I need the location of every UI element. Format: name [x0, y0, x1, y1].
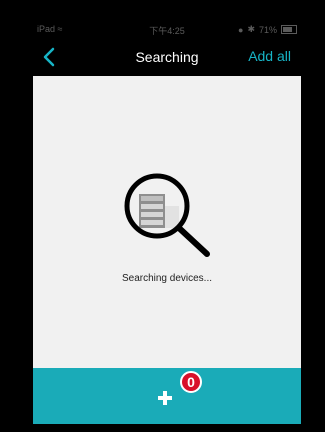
battery-icon — [281, 25, 297, 34]
add-devices-button[interactable]: 0 — [33, 368, 301, 424]
navigation-bar: Searching Add all — [33, 38, 301, 76]
device-screen: iPad ≈ 下午4:25 ● ✱ 71% Searching Add all — [33, 20, 301, 424]
lock-rotation-icon: ● — [238, 24, 244, 35]
status-right-group: ● ✱ 71% — [238, 24, 297, 35]
plus-icon — [158, 391, 172, 405]
bluetooth-icon: ✱ — [247, 24, 255, 34]
status-bar: iPad ≈ 下午4:25 ● ✱ 71% — [33, 20, 301, 38]
searching-status-text: Searching devices... — [121, 273, 213, 284]
search-content: Searching devices... — [33, 76, 301, 366]
battery-level — [283, 27, 292, 32]
add-all-button[interactable]: Add all — [248, 48, 291, 64]
device-count-badge: 0 — [180, 371, 202, 393]
battery-percent: 71% — [258, 24, 277, 35]
magnifier-device-icon — [124, 173, 210, 257]
